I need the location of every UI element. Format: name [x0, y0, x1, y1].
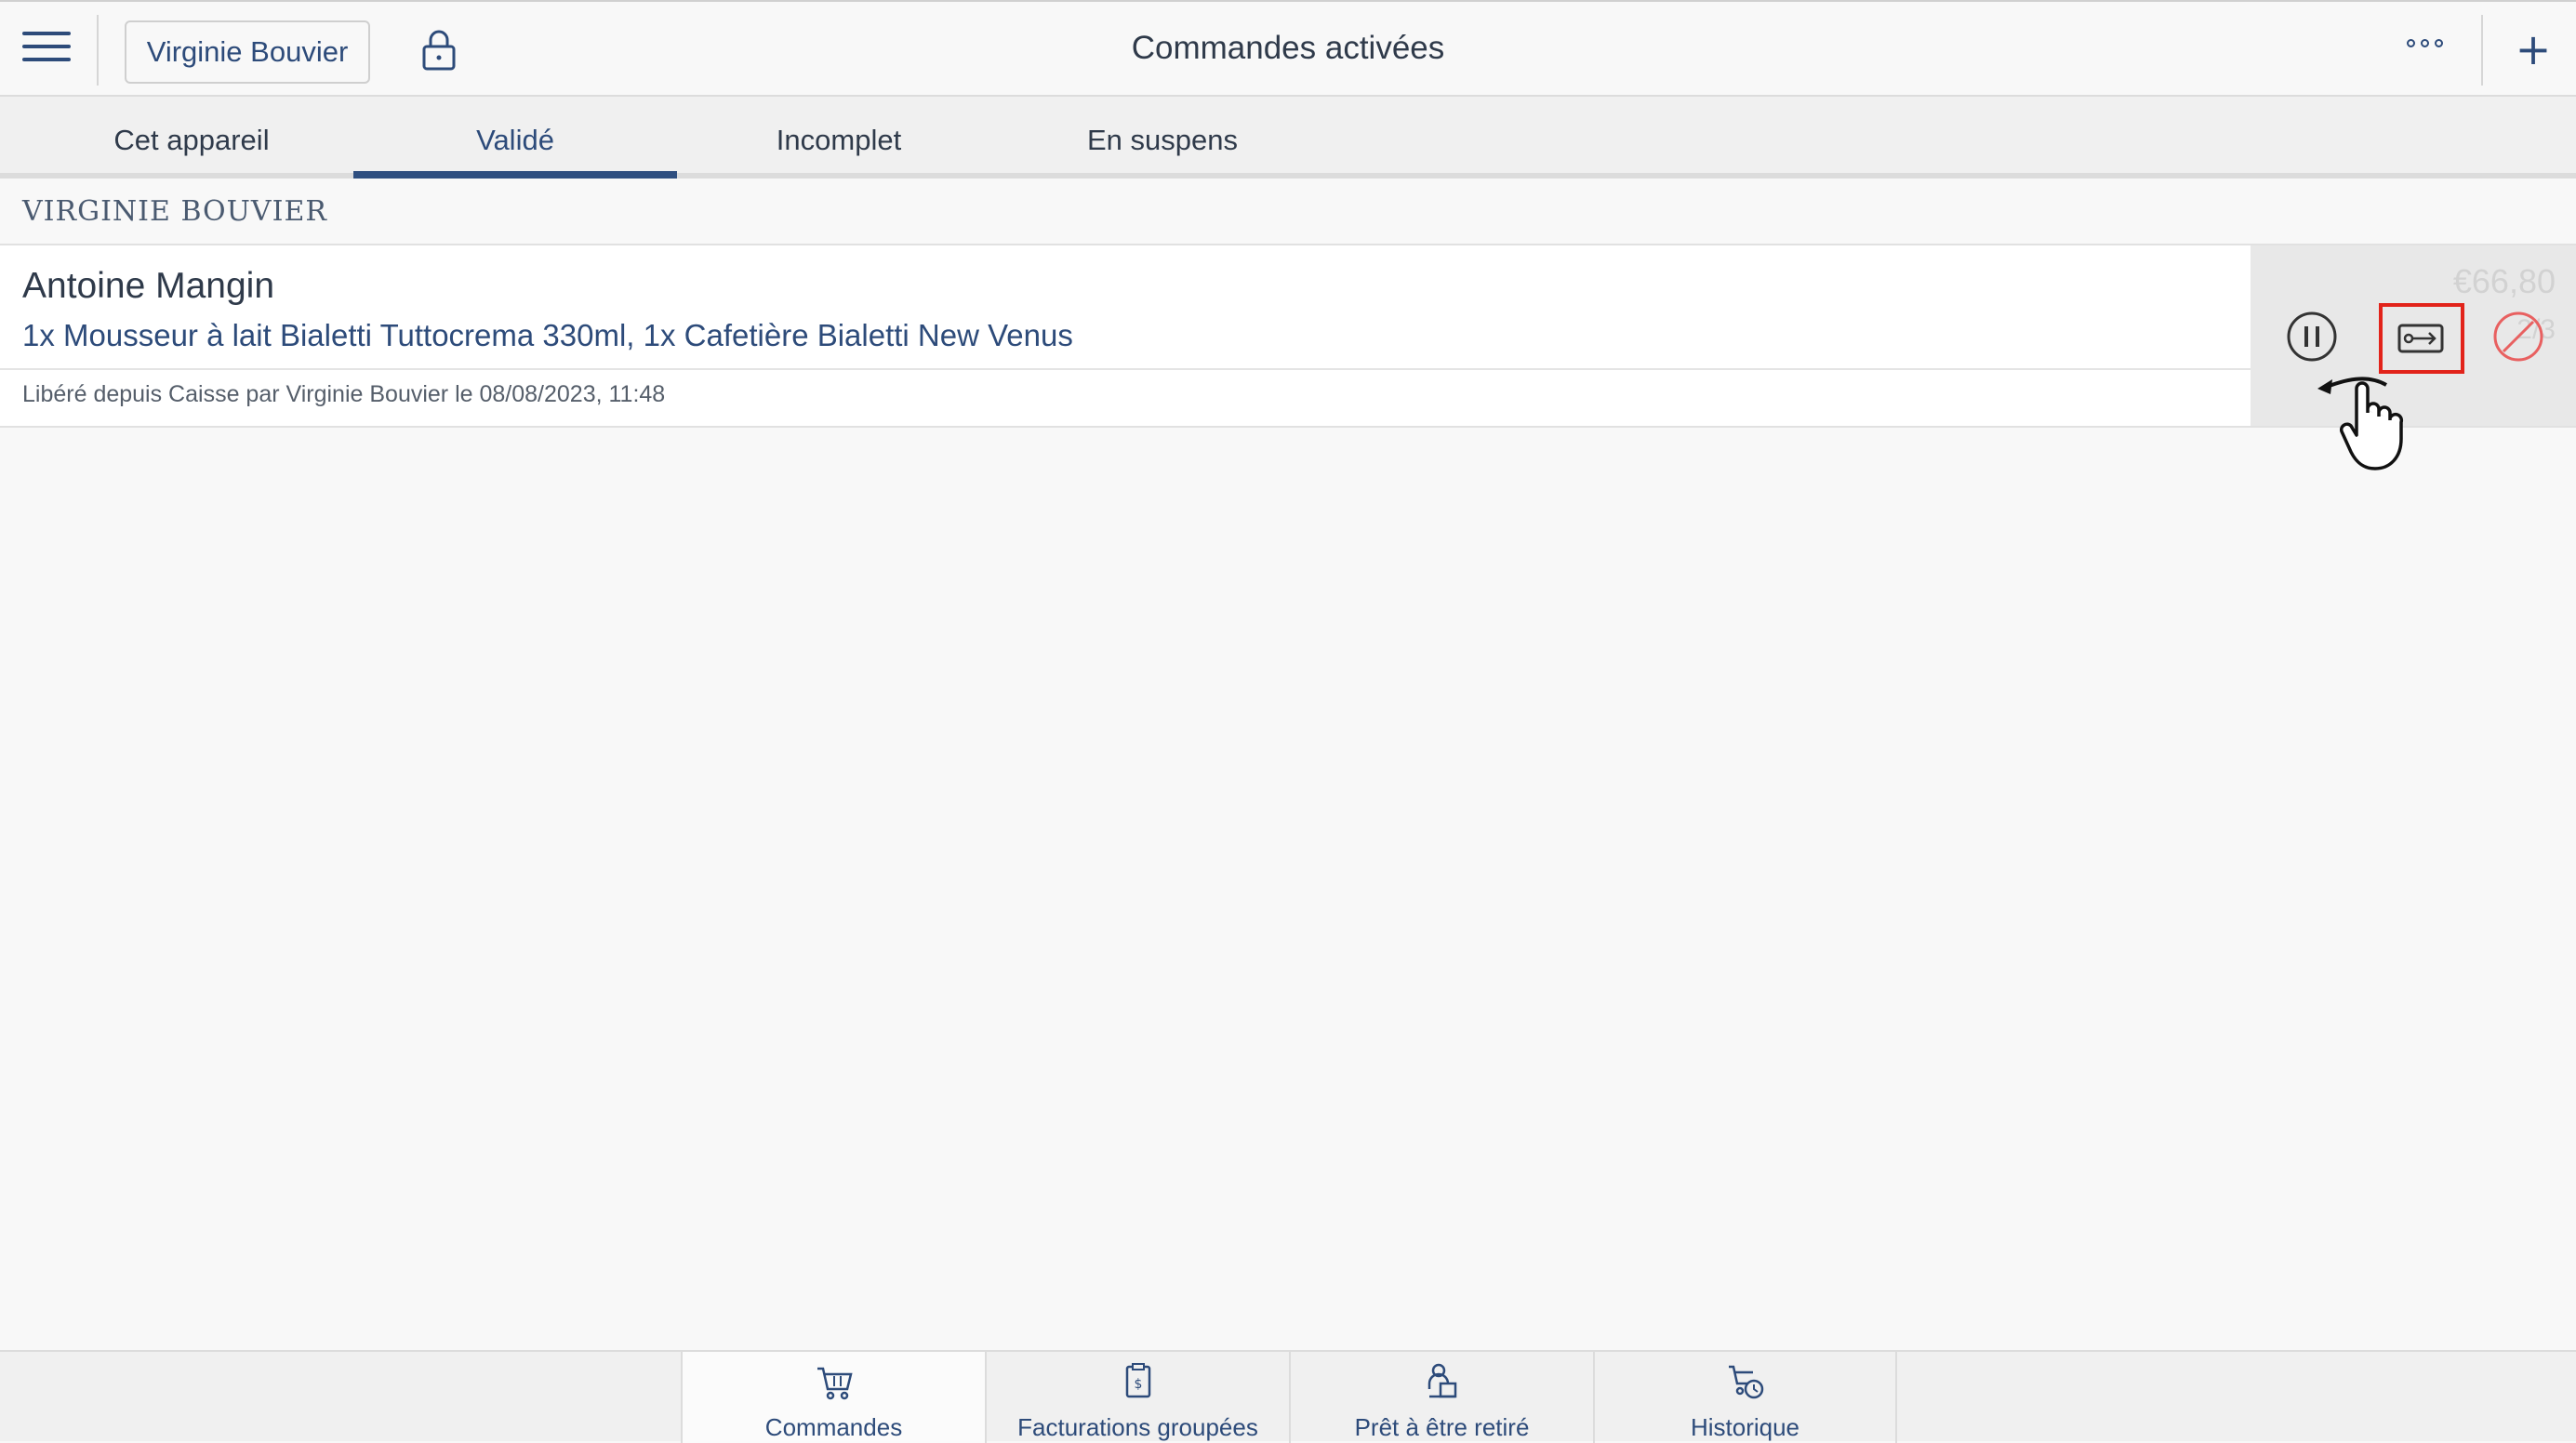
nav-commandes[interactable]: Commandes — [681, 1352, 985, 1443]
invoice-icon: $ — [1125, 1363, 1150, 1398]
divider — [2481, 15, 2483, 86]
svg-text:$: $ — [1134, 1377, 1142, 1392]
tab-incomplet[interactable]: Incomplet — [677, 97, 1001, 179]
nav-label: Historique — [1690, 1413, 1800, 1441]
more-options-icon[interactable] — [2407, 39, 2451, 61]
tab-cet-appareil[interactable]: Cet appareil — [30, 97, 353, 179]
row-divider — [0, 368, 2251, 370]
cancel-icon[interactable] — [2492, 311, 2544, 363]
section-header: VIRGINIE BOUVIER — [22, 195, 327, 228]
cart-icon — [817, 1367, 853, 1400]
top-bar: Virginie Bouvier Commandes activées + — [0, 0, 2576, 97]
nav-historique[interactable]: Historique — [1593, 1352, 1897, 1443]
nav-label: Facturations groupées — [1017, 1413, 1258, 1441]
pickup-icon — [1427, 1363, 1456, 1398]
status-tabs: Cet appareil Validé Incomplet En suspens — [0, 97, 2576, 179]
page-title: Commandes activées — [1131, 30, 1445, 66]
tab-valide[interactable]: Validé — [353, 97, 677, 179]
cart-history-icon — [1728, 1365, 1763, 1399]
release-button[interactable] — [2379, 303, 2464, 374]
plus-icon[interactable]: + — [2511, 22, 2556, 76]
pause-icon[interactable] — [2286, 311, 2338, 363]
tab-en-suspens[interactable]: En suspens — [1001, 97, 1324, 179]
release-icon — [2397, 324, 2444, 353]
bottom-nav: Commandes $ Facturations groupées Prêt à… — [0, 1350, 2576, 1443]
order-items: 1x Mousseur à lait Bialetti Tuttocrema 3… — [22, 318, 1073, 352]
nav-label: Prêt à être retiré — [1354, 1413, 1530, 1441]
customer-name: Antoine Mangin — [22, 266, 275, 306]
swipe-hand-icon — [2314, 372, 2425, 474]
nav-facturations-groupees[interactable]: $ Facturations groupées — [985, 1352, 1289, 1443]
order-price: €66,80 — [2452, 262, 2556, 300]
nav-pret-a-etre-retire[interactable]: Prêt à être retiré — [1289, 1352, 1593, 1443]
order-row[interactable]: Antoine Mangin 1x Mousseur à lait Bialet… — [0, 244, 2576, 428]
order-meta: Libéré depuis Caisse par Virginie Bouvie… — [22, 381, 666, 407]
nav-label: Commandes — [764, 1413, 903, 1441]
